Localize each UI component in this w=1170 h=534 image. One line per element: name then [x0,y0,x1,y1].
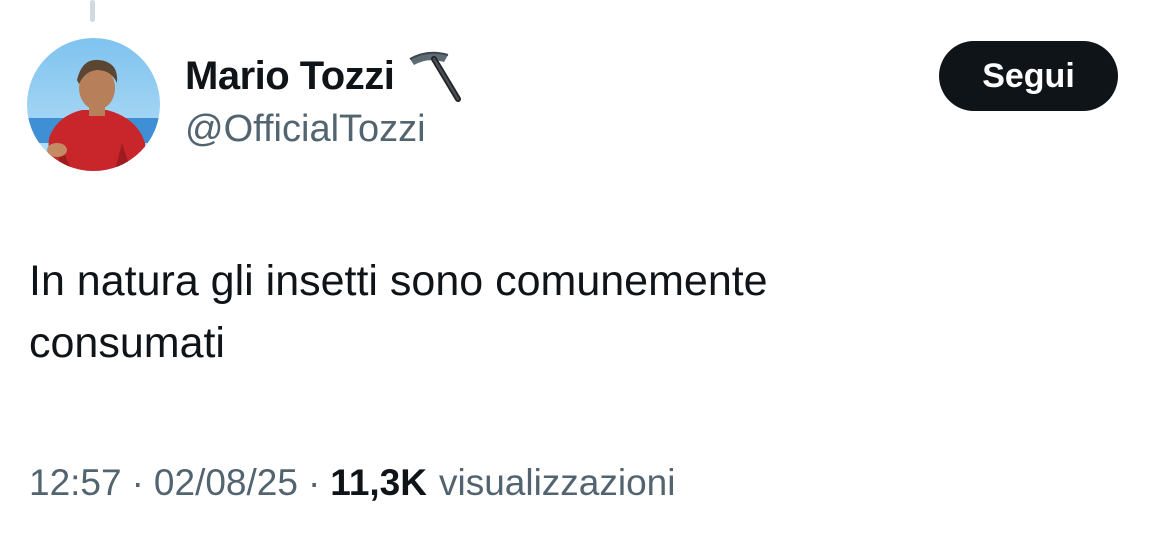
views-label: visualizzazioni [438,462,676,503]
views-count: 11,3K [330,462,427,503]
meta-separator: · [307,462,321,503]
author-name-row: Mario Tozzi [185,50,462,102]
author-display-name[interactable]: Mario Tozzi [185,54,395,99]
meta-separator: · [131,462,144,503]
follow-button[interactable]: Segui [939,41,1118,111]
tweet-time[interactable]: 12:57 [29,462,122,504]
tweet-meta: 12:57 · 02/08/25 · 11,3K visualizzazioni [29,462,675,504]
avatar[interactable] [27,38,160,171]
thread-connector-line [90,0,95,22]
author-handle[interactable]: @OfficialTozzi [185,108,426,151]
pickaxe-icon [404,49,462,103]
tweet-text: In natura gli insetti sono comunemente c… [29,257,768,367]
avatar-photo [27,38,160,171]
tweet-date[interactable]: 02/08/25 [154,462,298,504]
